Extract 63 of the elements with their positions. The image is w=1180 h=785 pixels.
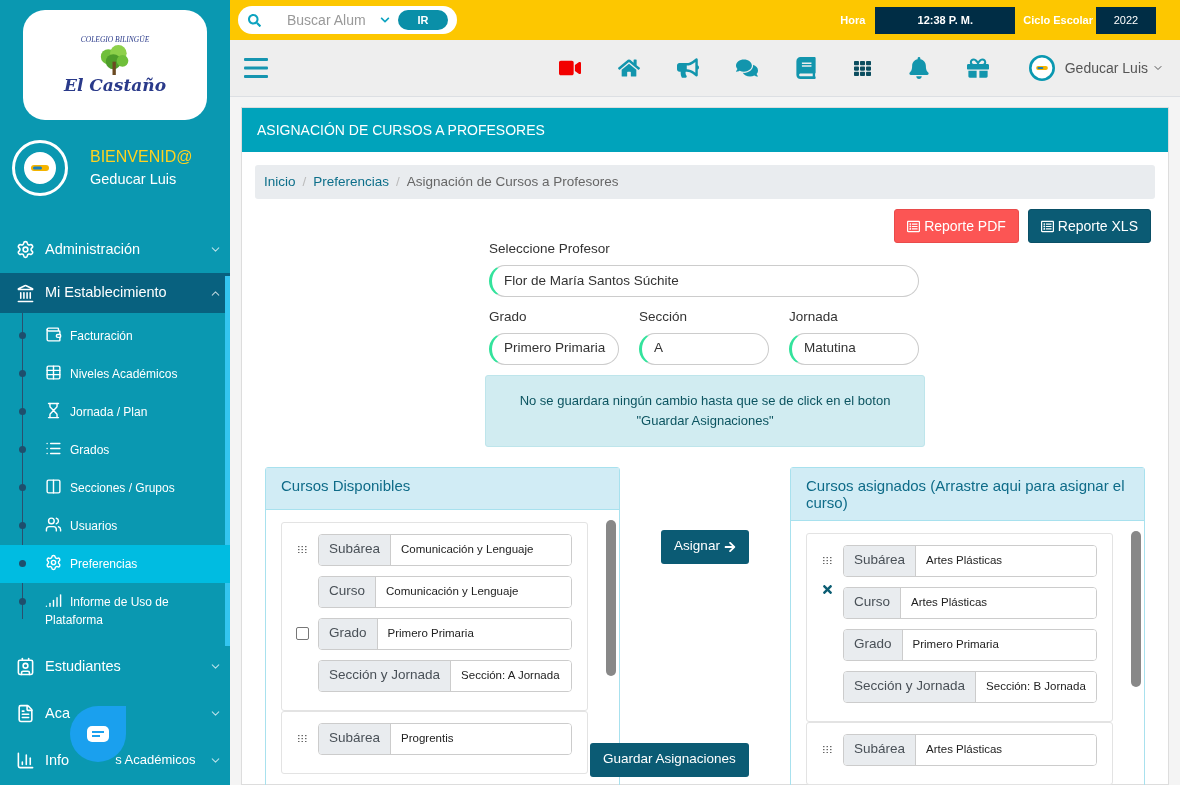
submenu-item[interactable]: Secciones / Grupos (0, 469, 230, 507)
submenu-item[interactable]: Informe de Uso de Plataforma (0, 583, 230, 639)
field-caption: Jornada (789, 308, 839, 327)
welcome-text: BIENVENID@ (90, 147, 193, 168)
school-cycle-value: 2022 (1096, 6, 1156, 34)
field-label: Curso (844, 587, 901, 618)
report-button[interactable]: Reporte XLS (1027, 209, 1151, 243)
select-field[interactable]: A (639, 332, 769, 365)
breadcrumb-link[interactable]: Inicio (264, 171, 296, 193)
save-button[interactable]: Guardar Asignaciones (590, 742, 749, 777)
user-menu[interactable]: Geducar Luis (1064, 57, 1164, 79)
breadcrumb-separator: / (396, 172, 400, 191)
school-name: El Castaño (64, 77, 166, 95)
select-field[interactable]: Primero Primaria (489, 332, 619, 365)
menu-label: Aca (45, 703, 70, 723)
breadcrumb-link[interactable]: Preferencias (313, 171, 390, 193)
field-caption: Sección (639, 308, 689, 327)
select-field[interactable]: Flor de María Santos Súchite (489, 265, 919, 298)
school-cycle-label: Ciclo Escolar (1023, 12, 1093, 28)
sidebar-item[interactable]: Info s Académicos (0, 737, 230, 784)
page-title: ASIGNACIÓN DE CURSOS A PROFESORES (257, 120, 545, 140)
notice-alert: No se guardara ningún cambio hasta que se de click en el boton "Guardar Asignaciones" (485, 374, 925, 447)
field-label: Curso (319, 576, 376, 607)
assign-button[interactable]: Asignar (661, 529, 749, 564)
report-button[interactable]: Reporte PDF (894, 209, 1019, 243)
time-value: 12:38 P. M. (875, 6, 1016, 34)
field-label: Subárea (844, 545, 917, 576)
submenu-item[interactable]: Jornada / Plan (0, 393, 230, 431)
field-caption: Grado (489, 308, 528, 327)
menu-label: s Académicos (115, 750, 196, 769)
sidebar-item[interactable]: Aca (0, 690, 230, 737)
panel-title: Cursos Disponibles (281, 476, 412, 494)
panel-title: Cursos asignados (Arrastre aqui para asignar el curso) (806, 476, 1126, 511)
course-card[interactable]: Subárea Comunicación y Lenguaje Curso Comunicación y Lenguaje Grado Primero Primaria Sección y Jornada Sección: A Jornada (281, 521, 588, 711)
go-button[interactable]: IR (398, 10, 448, 30)
field-label: Subárea (319, 723, 392, 754)
user-name: Geducar Luis (90, 170, 178, 190)
submenu-item[interactable]: Usuarios (0, 507, 230, 545)
course-card[interactable]: Subárea Progrentis (281, 710, 588, 774)
field-caption: Seleccione Profesor (489, 240, 611, 258)
select-field[interactable]: Matutina (789, 332, 919, 365)
submenu-item[interactable]: Niveles Académicos (0, 355, 230, 393)
submenu-item[interactable]: Facturación (0, 317, 230, 355)
submenu-item[interactable]: Grados (0, 431, 230, 469)
menu-label: Mi Establecimiento (45, 283, 167, 303)
sidebar-item[interactable]: Mi Establecimiento (0, 273, 230, 313)
field-label: Grado (844, 629, 903, 660)
field-label: Subárea (319, 534, 392, 565)
menu-label: Administración (45, 239, 141, 259)
breadcrumb-separator: / (302, 172, 307, 191)
search-field[interactable]: Buscar Alum IR (238, 6, 457, 34)
course-card[interactable]: Subárea Artes Plásticas (806, 721, 1113, 785)
field-label: Sección y Jornada (319, 660, 452, 691)
field-label: Grado (319, 618, 378, 649)
time-label: Hora (840, 12, 866, 28)
sidebar-item[interactable]: Estudiantes (0, 643, 230, 690)
sidebar-item[interactable]: Administración (0, 226, 230, 273)
menu-label: Estudiantes (45, 656, 121, 676)
field-label: Subárea (844, 734, 917, 765)
breadcrumb-current: Asignación de Cursos a Profesores (406, 172, 619, 191)
field-label: Sección y Jornada (844, 671, 977, 702)
course-card[interactable]: Subárea Artes Plásticas Curso Artes Plásticas Grado Primero Primaria Sección y Jornada Sección: B Jornada (806, 532, 1113, 722)
menu-label: Info (45, 750, 70, 770)
